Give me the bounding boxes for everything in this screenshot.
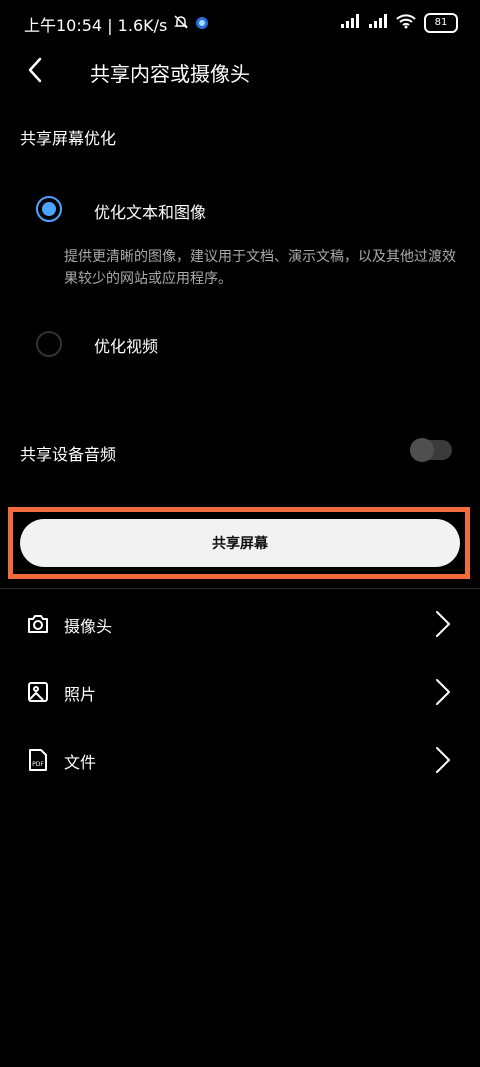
svg-text:PDF: PDF bbox=[32, 761, 44, 768]
audio-label: 共享设备音频 bbox=[20, 445, 117, 464]
chevron-right-icon bbox=[434, 746, 452, 774]
option-label-video[interactable]: 优化视频 bbox=[94, 333, 158, 357]
camera-icon bbox=[26, 612, 50, 636]
chevron-right-icon bbox=[434, 678, 452, 706]
page-title: 共享内容或摄像头 bbox=[90, 62, 250, 86]
back-button[interactable] bbox=[24, 56, 48, 84]
toggle-knob bbox=[410, 438, 434, 462]
list-item-camera[interactable]: 摄像头 bbox=[0, 594, 480, 654]
audio-toggle[interactable] bbox=[410, 438, 452, 462]
share-screen-button[interactable]: 共享屏幕 bbox=[20, 519, 460, 567]
wifi-icon bbox=[396, 13, 416, 33]
list-item-label: 文件 bbox=[64, 753, 97, 772]
signal-icon bbox=[340, 13, 360, 33]
radio-optimize-video[interactable] bbox=[36, 331, 62, 357]
list-item-label: 摄像头 bbox=[64, 617, 113, 636]
battery-icon: 81 bbox=[424, 13, 458, 33]
status-left: 上午10:54 | 1.6K/s bbox=[24, 12, 209, 36]
list-item-photo[interactable]: 照片 bbox=[0, 662, 480, 722]
status-bar: 上午10:54 | 1.6K/s 81 bbox=[0, 0, 480, 44]
pdf-file-icon: PDF bbox=[26, 748, 50, 772]
divider bbox=[0, 588, 480, 589]
chevron-right-icon bbox=[434, 610, 452, 638]
status-right: 81 bbox=[340, 13, 458, 33]
list-item-label: 照片 bbox=[64, 685, 97, 704]
app-notification-icon bbox=[195, 15, 209, 34]
back-arrow-icon bbox=[28, 57, 42, 83]
signal-icon-2 bbox=[368, 13, 388, 33]
header: 共享内容或摄像头 bbox=[0, 48, 480, 92]
list-item-file[interactable]: PDF 文件 bbox=[0, 730, 480, 790]
option-description: 提供更清晰的图像，建议用于文档、演示文稿，以及其他过渡效果较少的网站或应用程序。 bbox=[64, 249, 456, 287]
section-label-optimization: 共享屏幕优化 bbox=[20, 129, 117, 148]
bell-off-icon bbox=[173, 14, 189, 34]
share-screen-label: 共享屏幕 bbox=[212, 536, 268, 552]
status-time-speed: 上午10:54 | 1.6K/s bbox=[24, 16, 168, 35]
photo-icon bbox=[26, 680, 50, 704]
option-label-text-image[interactable]: 优化文本和图像 bbox=[94, 199, 206, 223]
radio-optimize-text-image[interactable] bbox=[36, 196, 62, 222]
